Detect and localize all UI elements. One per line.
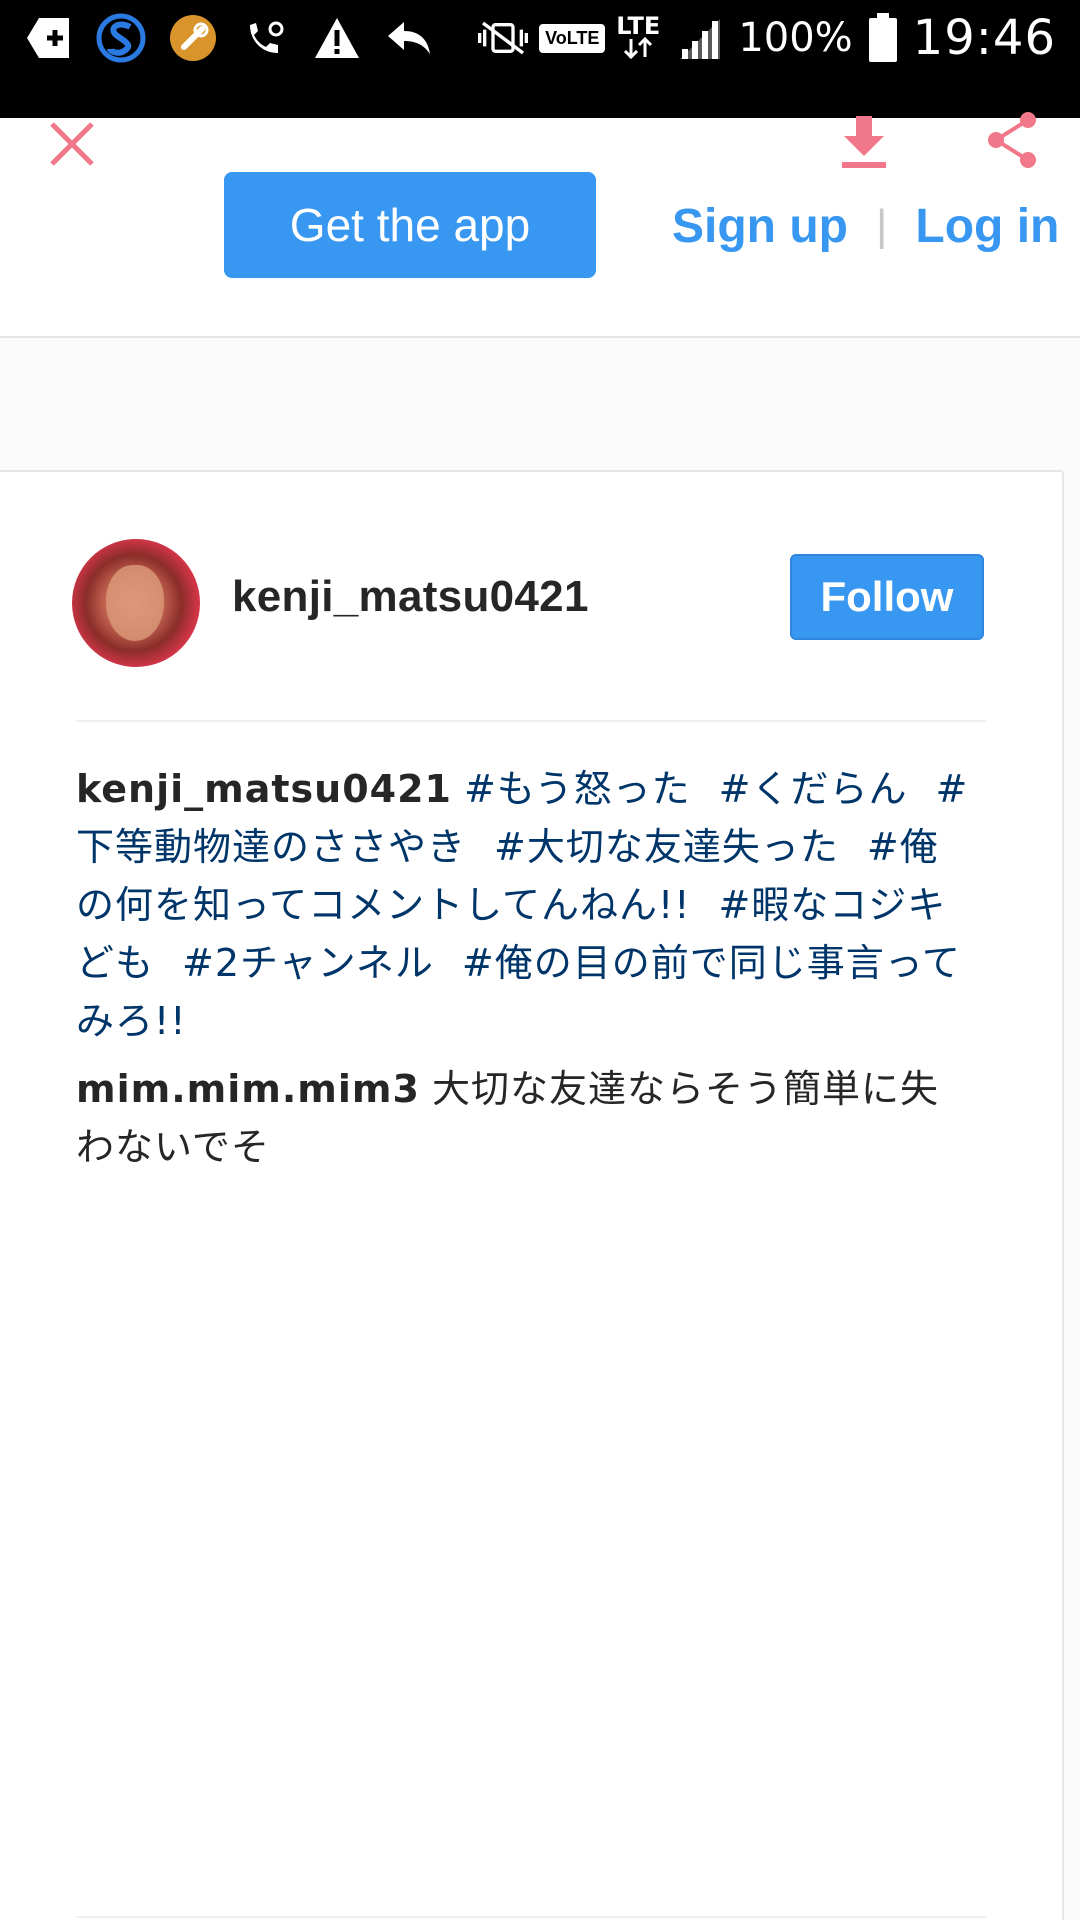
comment: mim.mim.mim3 大切な友達ならそう簡単に失わないでそ [76, 1060, 976, 1176]
header-divider [76, 720, 986, 722]
download-button[interactable] [838, 112, 890, 172]
s-app-icon [96, 13, 146, 63]
bottom-divider [76, 1916, 986, 1918]
close-button[interactable] [44, 116, 100, 172]
sign-up-link[interactable]: Sign up [672, 199, 848, 254]
hashtag[interactable]: #くだらん [719, 767, 908, 811]
comment-username[interactable]: mim.mim.mim3 [76, 1067, 420, 1111]
get-the-app-button[interactable]: Get the app [224, 172, 596, 278]
notification-icons [24, 10, 434, 66]
warning-icon [312, 13, 362, 63]
auth-separator: | [875, 201, 888, 250]
download-icon [842, 116, 886, 168]
signal-icon [674, 13, 724, 63]
call-settings-icon [240, 13, 290, 63]
reply-icon [384, 13, 434, 63]
hashtag[interactable]: #大切な友達失った [494, 825, 839, 869]
lte-indicator: LTE [616, 11, 661, 62]
lte-label: LTE [616, 11, 661, 40]
hashtag[interactable]: #2チャンネル [182, 941, 434, 985]
log-in-link[interactable]: Log in [915, 199, 1059, 254]
auth-links: Sign up | Log in [672, 176, 1059, 276]
post-card: kenji_matsu0421 Follow kenji_matsu0421 #も… [0, 470, 1064, 1920]
plus-box-icon [24, 13, 74, 63]
volte-icon: VoLTE [539, 13, 606, 63]
caption-username[interactable]: kenji_matsu0421 [76, 767, 452, 811]
orange-app-icon [168, 13, 218, 63]
volte-label: VoLTE [539, 23, 606, 53]
battery-icon [867, 13, 899, 63]
system-icons: VoLTE LTE 100% 19:46 [478, 8, 1056, 68]
share-button[interactable] [984, 110, 1040, 170]
avatar[interactable] [72, 539, 200, 667]
vibrate-mute-icon [478, 13, 529, 63]
follow-button[interactable]: Follow [790, 554, 984, 640]
share-icon [988, 112, 1036, 168]
post-caption: kenji_matsu0421 #もう怒った #くだらん #下等動物達のささやき #大切… [76, 760, 976, 1050]
hashtag[interactable]: #もう怒った [464, 767, 691, 811]
battery-percentage: 100% [738, 15, 853, 61]
post-username[interactable]: kenji_matsu0421 [232, 572, 589, 622]
browser-toolbar: Get the app Sign up | Log in [0, 112, 1080, 338]
clock: 19:46 [912, 10, 1056, 66]
close-icon [50, 122, 94, 166]
avatar-face [106, 565, 164, 641]
